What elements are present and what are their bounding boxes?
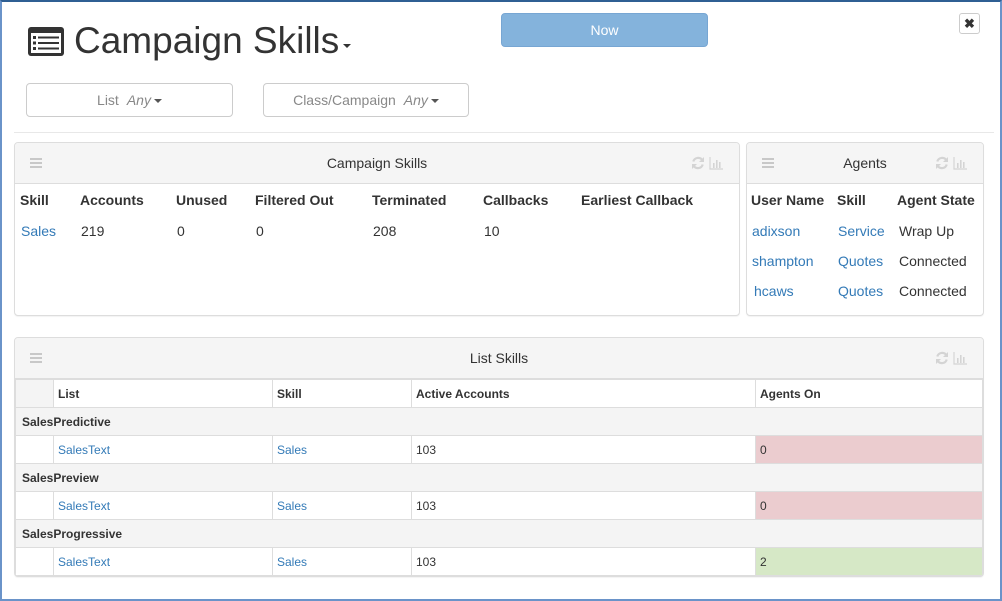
group-row: SalesPreview — [15, 463, 983, 492]
filtered-out-value: 0 — [256, 223, 264, 239]
column-header: Agent State — [897, 192, 975, 208]
agent-state: Wrap Up — [899, 223, 954, 239]
list-skills-table: List Skill Active Accounts Agents On Sal… — [15, 379, 983, 576]
refresh-icon[interactable] — [935, 351, 949, 365]
agent-state: Connected — [899, 283, 967, 299]
panel-title: List Skills — [469, 350, 529, 366]
column-header: Filtered Out — [255, 192, 334, 208]
group-name: SalesPreview — [15, 463, 983, 492]
agent-skill-link[interactable]: Service — [838, 223, 885, 239]
hamburger-menu-icon[interactable] — [30, 353, 42, 363]
header-divider — [14, 132, 994, 133]
row-spacer — [15, 547, 54, 576]
table-row: SalesText Sales 103 0 — [15, 435, 983, 464]
list-filter-dropdown[interactable]: List Any — [26, 83, 233, 117]
agent-skill-link[interactable]: Quotes — [838, 253, 883, 269]
active-accounts-value: 103 — [411, 491, 756, 520]
column-header: Agents On — [755, 379, 983, 408]
column-header — [15, 379, 54, 408]
table-row: adixson Service Wrap Up — [751, 216, 983, 246]
agents-panel-header: Agents — [747, 143, 983, 184]
list-skills-panel-header: List Skills — [15, 338, 983, 379]
column-header: List — [53, 379, 273, 408]
list-link[interactable]: SalesText — [58, 499, 110, 513]
panel-title: Agents — [843, 155, 887, 171]
group-name: SalesProgressive — [15, 519, 983, 548]
agent-state: Connected — [899, 253, 967, 269]
agents-on-value: 0 — [755, 435, 983, 464]
agents-on-value: 2 — [755, 547, 983, 576]
hamburger-menu-icon[interactable] — [30, 158, 42, 168]
hamburger-menu-icon[interactable] — [762, 158, 774, 168]
column-header: User Name — [751, 192, 825, 208]
row-spacer — [15, 435, 54, 464]
accounts-value: 219 — [81, 223, 105, 239]
list-link[interactable]: SalesText — [58, 555, 110, 569]
class-campaign-filter-label: Class/Campaign — [293, 92, 396, 108]
agent-skill-link[interactable]: Quotes — [838, 283, 883, 299]
agents-on-value: 0 — [755, 491, 983, 520]
group-row: SalesProgressive — [15, 519, 983, 548]
refresh-icon[interactable] — [691, 156, 705, 170]
skill-link[interactable]: Sales — [21, 223, 56, 239]
close-button[interactable]: ✖ — [959, 13, 980, 34]
unused-value: 0 — [177, 223, 185, 239]
column-header: Earliest Callback — [581, 192, 694, 208]
campaign-skills-panel: Campaign Skills Skill Accounts Unused Fi… — [14, 142, 740, 316]
panel-title: Campaign Skills — [326, 155, 428, 171]
class-campaign-filter-value: Any — [403, 92, 428, 108]
bar-chart-icon[interactable] — [953, 351, 968, 365]
agents-panel: Agents User Name Skill Agent State adixs… — [746, 142, 984, 316]
close-icon: ✖ — [964, 16, 975, 31]
bar-chart-icon[interactable] — [953, 156, 968, 170]
active-accounts-value: 103 — [411, 435, 756, 464]
group-name: SalesPredictive — [15, 407, 983, 436]
skill-link[interactable]: Sales — [277, 443, 307, 457]
page-title: Campaign Skills — [74, 20, 340, 61]
skill-link[interactable]: Sales — [277, 555, 307, 569]
column-header: Skill — [20, 192, 49, 208]
column-header: Callbacks — [483, 192, 549, 208]
campaign-skills-table: Skill Accounts Unused Filtered Out Termi… — [20, 184, 731, 246]
user-name-link[interactable]: hcaws — [754, 283, 794, 299]
column-header: Skill — [272, 379, 412, 408]
bar-chart-icon[interactable] — [709, 156, 724, 170]
row-spacer — [15, 491, 54, 520]
column-header: Terminated — [372, 192, 447, 208]
callbacks-value: 10 — [484, 223, 500, 239]
table-row: Sales 219 0 0 208 10 — [20, 216, 731, 246]
column-header: Unused — [176, 192, 228, 208]
list-filter-value: Any — [126, 92, 151, 108]
class-campaign-filter-dropdown[interactable]: Class/Campaign Any — [263, 83, 469, 117]
title-dropdown-caret-icon[interactable] — [343, 44, 351, 48]
refresh-icon[interactable] — [935, 156, 949, 170]
caret-down-icon — [430, 99, 439, 104]
table-row: hcaws Quotes Connected — [751, 276, 983, 306]
skill-link[interactable]: Sales — [277, 499, 307, 513]
caret-down-icon — [153, 99, 162, 104]
terminated-value: 208 — [373, 223, 397, 239]
table-row: shampton Quotes Connected — [751, 246, 983, 276]
column-header: Active Accounts — [411, 379, 756, 408]
active-accounts-value: 103 — [411, 547, 756, 576]
user-name-link[interactable]: adixson — [752, 223, 800, 239]
table-row: SalesText Sales 103 2 — [15, 547, 983, 576]
list-link[interactable]: SalesText — [58, 443, 110, 457]
list-alt-icon — [28, 27, 64, 56]
agents-table: User Name Skill Agent State adixson Serv… — [751, 184, 983, 306]
dialog-frame: Campaign Skills Now ✖ List Any Class/Camp… — [0, 0, 1002, 601]
table-row: SalesText Sales 103 0 — [15, 491, 983, 520]
column-header: Skill — [837, 192, 866, 208]
list-skills-panel: List Skills List Skill Active Accounts A… — [14, 337, 984, 577]
campaign-skills-panel-header: Campaign Skills — [15, 143, 739, 184]
now-button[interactable]: Now — [501, 13, 708, 47]
group-row: SalesPredictive — [15, 407, 983, 436]
user-name-link[interactable]: shampton — [752, 253, 813, 269]
list-filter-label: List — [97, 92, 119, 108]
earliest-callback-value — [581, 216, 731, 246]
column-header: Accounts — [80, 192, 144, 208]
